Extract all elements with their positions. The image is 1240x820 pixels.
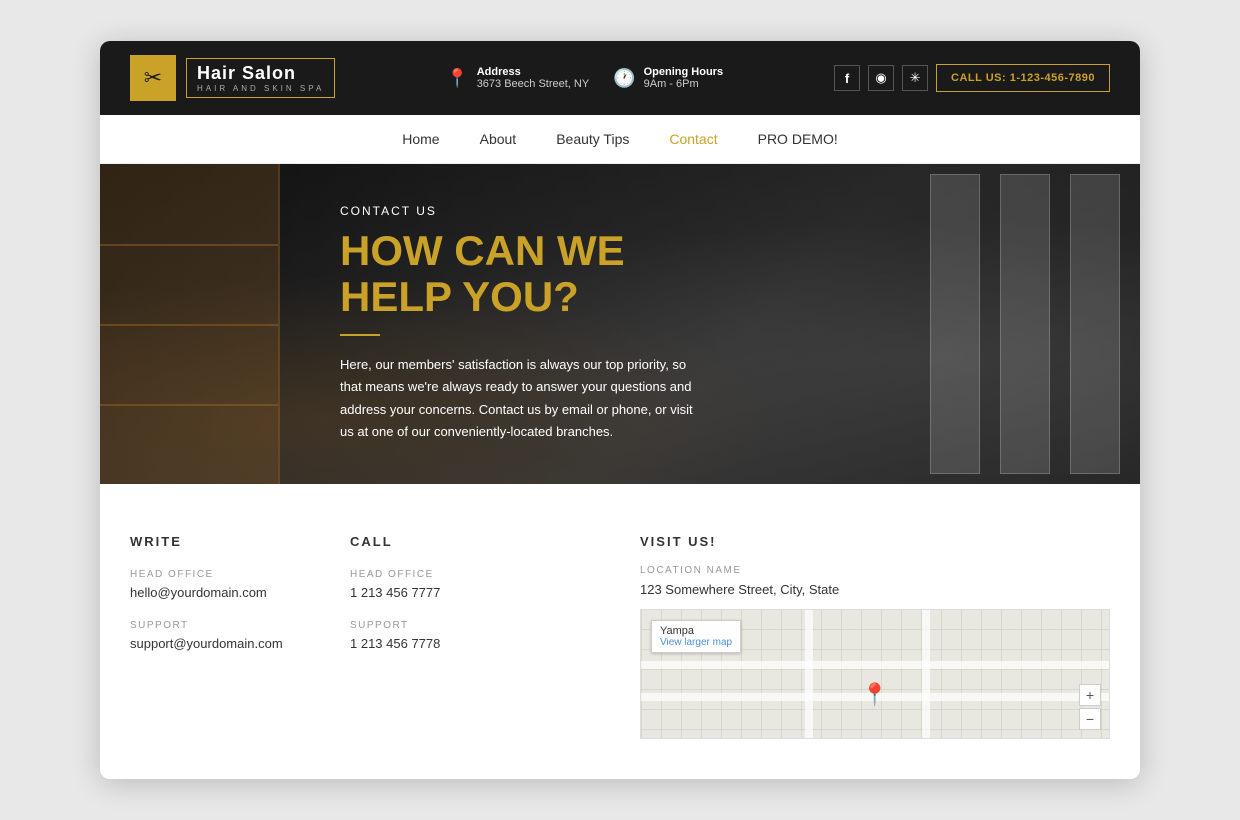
write-head-office: HEAD OFFICE hello@yourdomain.com bbox=[130, 569, 290, 600]
map-controls: + − bbox=[1079, 684, 1101, 730]
instagram-icon[interactable]: ◉ bbox=[868, 65, 894, 91]
location-value: 123 Somewhere Street, City, State bbox=[640, 582, 1110, 597]
yelp-icon[interactable]: ✳ bbox=[902, 65, 928, 91]
clock-icon: 🕐 bbox=[613, 68, 635, 89]
call-support-value: 1 213 456 7778 bbox=[350, 636, 510, 651]
call-button[interactable]: CALL US: 1-123-456-7890 bbox=[936, 64, 1110, 92]
call-support-label: SUPPORT bbox=[350, 620, 510, 631]
write-column: WRITE HEAD OFFICE hello@yourdomain.com S… bbox=[130, 534, 290, 739]
site-header: ✂ Hair Salon HAIR AND SKIN SPA 📍 Address… bbox=[100, 41, 1140, 115]
contact-left: WRITE HEAD OFFICE hello@yourdomain.com S… bbox=[130, 534, 600, 739]
map-label[interactable]: Yampa View larger map bbox=[651, 620, 741, 653]
nav-home[interactable]: Home bbox=[382, 115, 459, 163]
hours-label: Opening Hours bbox=[644, 66, 723, 78]
address-text: Address 3673 Beech Street, NY bbox=[477, 66, 590, 90]
map-road-vertical-2 bbox=[922, 610, 930, 738]
hero-title: HOW CAN WE HELP YOU? bbox=[340, 228, 700, 320]
logo-icon: ✂ bbox=[130, 55, 176, 101]
contact-label: CONTACT US bbox=[340, 204, 700, 218]
header-info: 📍 Address 3673 Beech Street, NY 🕐 Openin… bbox=[365, 66, 804, 90]
nav-beauty-tips[interactable]: Beauty Tips bbox=[536, 115, 649, 163]
hero-content: CONTACT US HOW CAN WE HELP YOU? Here, ou… bbox=[280, 164, 760, 483]
contact-section: WRITE HEAD OFFICE hello@yourdomain.com S… bbox=[100, 484, 1140, 779]
hero-section: CONTACT US HOW CAN WE HELP YOU? Here, ou… bbox=[100, 164, 1140, 484]
address-value: 3673 Beech Street, NY bbox=[477, 78, 590, 90]
hero-divider bbox=[340, 334, 380, 336]
write-head-office-label: HEAD OFFICE bbox=[130, 569, 290, 580]
shelf-decoration bbox=[100, 164, 280, 484]
call-head-office-value: 1 213 456 7777 bbox=[350, 585, 510, 600]
logo-text-area: Hair Salon HAIR AND SKIN SPA bbox=[186, 58, 335, 98]
visit-column: VISIT US! LOCATION NAME 123 Somewhere St… bbox=[640, 534, 1110, 739]
nav-about[interactable]: About bbox=[460, 115, 537, 163]
call-head-office: HEAD OFFICE 1 213 456 7777 bbox=[350, 569, 510, 600]
social-links: f ◉ ✳ CALL US: 1-123-456-7890 bbox=[834, 64, 1110, 92]
map-zoom-in[interactable]: + bbox=[1079, 684, 1101, 706]
location-icon: 📍 bbox=[446, 68, 468, 89]
address-block: 📍 Address 3673 Beech Street, NY bbox=[446, 66, 589, 90]
call-head-office-label: HEAD OFFICE bbox=[350, 569, 510, 580]
map-zoom-out[interactable]: − bbox=[1079, 708, 1101, 730]
main-nav: Home About Beauty Tips Contact PRO DEMO! bbox=[100, 115, 1140, 164]
call-support: SUPPORT 1 213 456 7778 bbox=[350, 620, 510, 651]
map-larger-link[interactable]: View larger map bbox=[660, 637, 732, 648]
map-pin: 📍 bbox=[861, 682, 888, 708]
call-title: CALL bbox=[350, 534, 510, 549]
visit-title: VISIT US! bbox=[640, 534, 1110, 549]
map-place-name: Yampa bbox=[660, 625, 694, 637]
map-road-vertical bbox=[805, 610, 813, 738]
call-column: CALL HEAD OFFICE 1 213 456 7777 SUPPORT … bbox=[350, 534, 510, 739]
write-head-office-value: hello@yourdomain.com bbox=[130, 585, 290, 600]
write-support-label: SUPPORT bbox=[130, 620, 290, 631]
nav-contact[interactable]: Contact bbox=[649, 115, 737, 163]
logo-subtitle: HAIR AND SKIN SPA bbox=[197, 84, 324, 93]
map-container: Yampa View larger map 📍 + − bbox=[640, 609, 1110, 739]
hours-text: Opening Hours 9Am - 6Pm bbox=[644, 66, 723, 90]
mirror-decoration bbox=[820, 164, 1140, 484]
address-label: Address bbox=[477, 66, 590, 78]
nav-pro-demo[interactable]: PRO DEMO! bbox=[738, 115, 858, 163]
write-title: WRITE bbox=[130, 534, 290, 549]
map-road-horizontal bbox=[641, 661, 1109, 669]
write-support: SUPPORT support@yourdomain.com bbox=[130, 620, 290, 651]
logo-area: ✂ Hair Salon HAIR AND SKIN SPA bbox=[130, 55, 335, 101]
logo-name: Hair Salon bbox=[197, 63, 324, 84]
location-label: LOCATION NAME bbox=[640, 565, 1110, 576]
browser-window: ✂ Hair Salon HAIR AND SKIN SPA 📍 Address… bbox=[100, 41, 1140, 779]
write-support-value: support@yourdomain.com bbox=[130, 636, 290, 651]
hero-description: Here, our members' satisfaction is alway… bbox=[340, 354, 700, 442]
hours-value: 9Am - 6Pm bbox=[644, 78, 723, 90]
hours-block: 🕐 Opening Hours 9Am - 6Pm bbox=[613, 66, 723, 90]
facebook-icon[interactable]: f bbox=[834, 65, 860, 91]
